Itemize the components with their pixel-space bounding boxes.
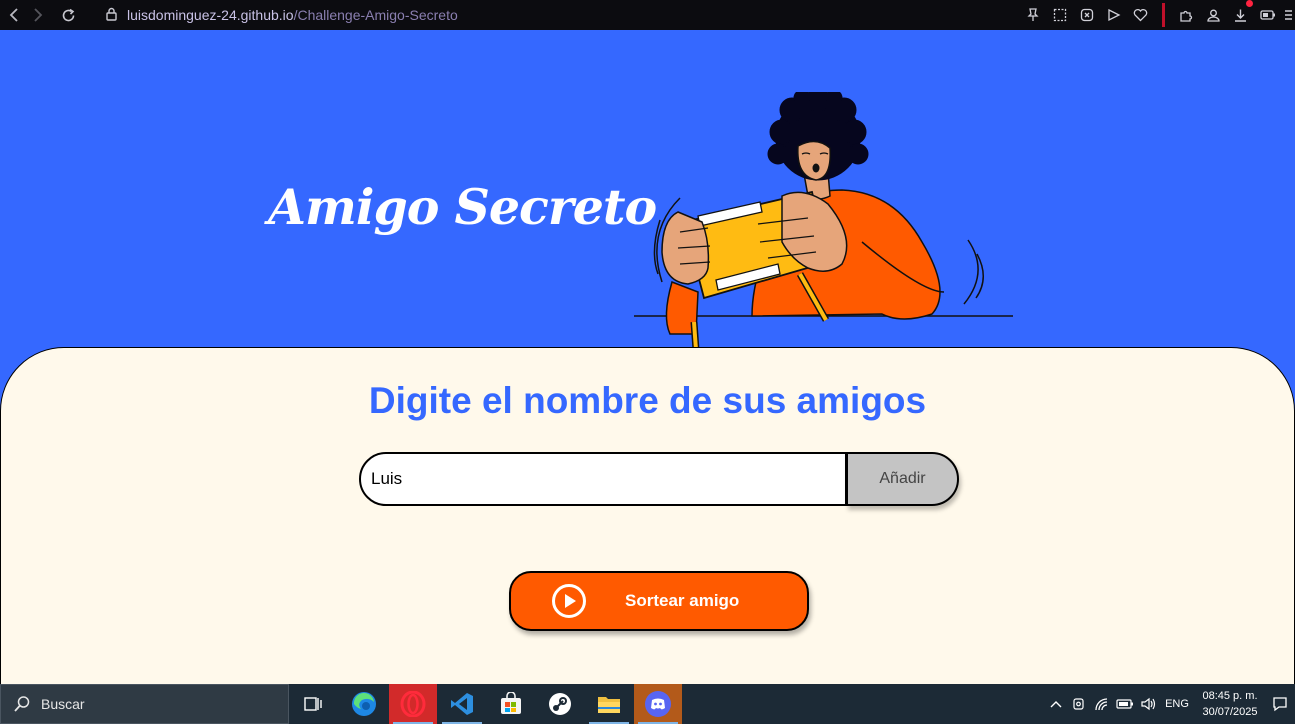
clock-time: 08:45 p. m. <box>1202 690 1258 702</box>
shield-x-icon[interactable] <box>1073 0 1100 30</box>
play-icon <box>552 584 586 618</box>
back-icon[interactable] <box>2 4 26 26</box>
add-friend-button[interactable]: Añadir <box>846 452 959 506</box>
browser-extensions <box>1019 0 1295 30</box>
lock-icon[interactable] <box>106 6 117 25</box>
page: Amigo Secreto Digite el nombre de sus am… <box>0 30 1295 684</box>
edge-icon[interactable] <box>340 684 388 724</box>
search-icon <box>14 696 30 712</box>
friends-form-panel: Digite el nombre de sus amigos Añadir So… <box>0 347 1295 684</box>
system-tray: ENG 08:45 p. m. 30/07/2025 <box>1044 684 1295 724</box>
volume-icon[interactable] <box>1136 697 1159 711</box>
meet-now-icon[interactable] <box>1067 697 1090 711</box>
battery-saver-icon[interactable] <box>1254 0 1281 30</box>
screenshot-icon[interactable] <box>1046 0 1073 30</box>
file-explorer-icon[interactable] <box>585 684 633 724</box>
browser-toolbar: luisdominguez-24.github.io/Challenge-Ami… <box>0 0 1295 30</box>
windows-taskbar: Buscar ENG 08:45 p. m. 30/07/2025 <box>0 684 1295 724</box>
page-title: Amigo Secreto <box>268 178 657 236</box>
draw-friend-button[interactable]: Sortear amigo <box>509 571 809 631</box>
clock-date: 30/07/2025 <box>1202 706 1258 718</box>
toolbar-divider <box>1162 3 1165 27</box>
friend-name-field[interactable] <box>359 452 847 506</box>
taskbar-search[interactable]: Buscar <box>0 684 289 724</box>
send-icon[interactable] <box>1100 0 1127 30</box>
system-clock[interactable]: 08:45 p. m. 30/07/2025 <box>1195 688 1265 720</box>
download-notification-dot <box>1246 0 1253 7</box>
pin-icon[interactable] <box>1019 0 1046 30</box>
opera-icon[interactable] <box>389 684 437 724</box>
show-hidden-icons-icon[interactable] <box>1044 700 1067 708</box>
task-view-icon[interactable] <box>289 684 337 724</box>
profile-icon[interactable] <box>1200 0 1227 30</box>
discord-icon[interactable] <box>634 684 682 724</box>
heart-icon[interactable] <box>1127 0 1154 30</box>
friend-name-input[interactable] <box>371 469 845 489</box>
steam-icon[interactable] <box>536 684 584 724</box>
microsoft-store-icon[interactable] <box>487 684 535 724</box>
vscode-icon[interactable] <box>438 684 486 724</box>
address-bar[interactable]: luisdominguez-24.github.io/Challenge-Ami… <box>127 7 458 23</box>
url-host: luisdominguez-24.github.io <box>127 7 294 23</box>
extensions-icon[interactable] <box>1173 0 1200 30</box>
notification-center-icon[interactable] <box>1265 696 1295 712</box>
search-label: Buscar <box>41 696 85 712</box>
gamer-illustration <box>634 92 1013 351</box>
forward-icon[interactable] <box>26 4 50 26</box>
wifi-icon[interactable] <box>1090 697 1113 711</box>
menu-icon[interactable] <box>1281 0 1295 30</box>
form-heading: Digite el nombre de sus amigos <box>368 380 927 421</box>
input-language[interactable]: ENG <box>1159 698 1195 710</box>
url-path: /Challenge-Amigo-Secreto <box>293 7 458 23</box>
battery-icon[interactable] <box>1113 699 1136 709</box>
reload-icon[interactable] <box>56 4 80 26</box>
draw-button-label: Sortear amigo <box>625 591 740 610</box>
